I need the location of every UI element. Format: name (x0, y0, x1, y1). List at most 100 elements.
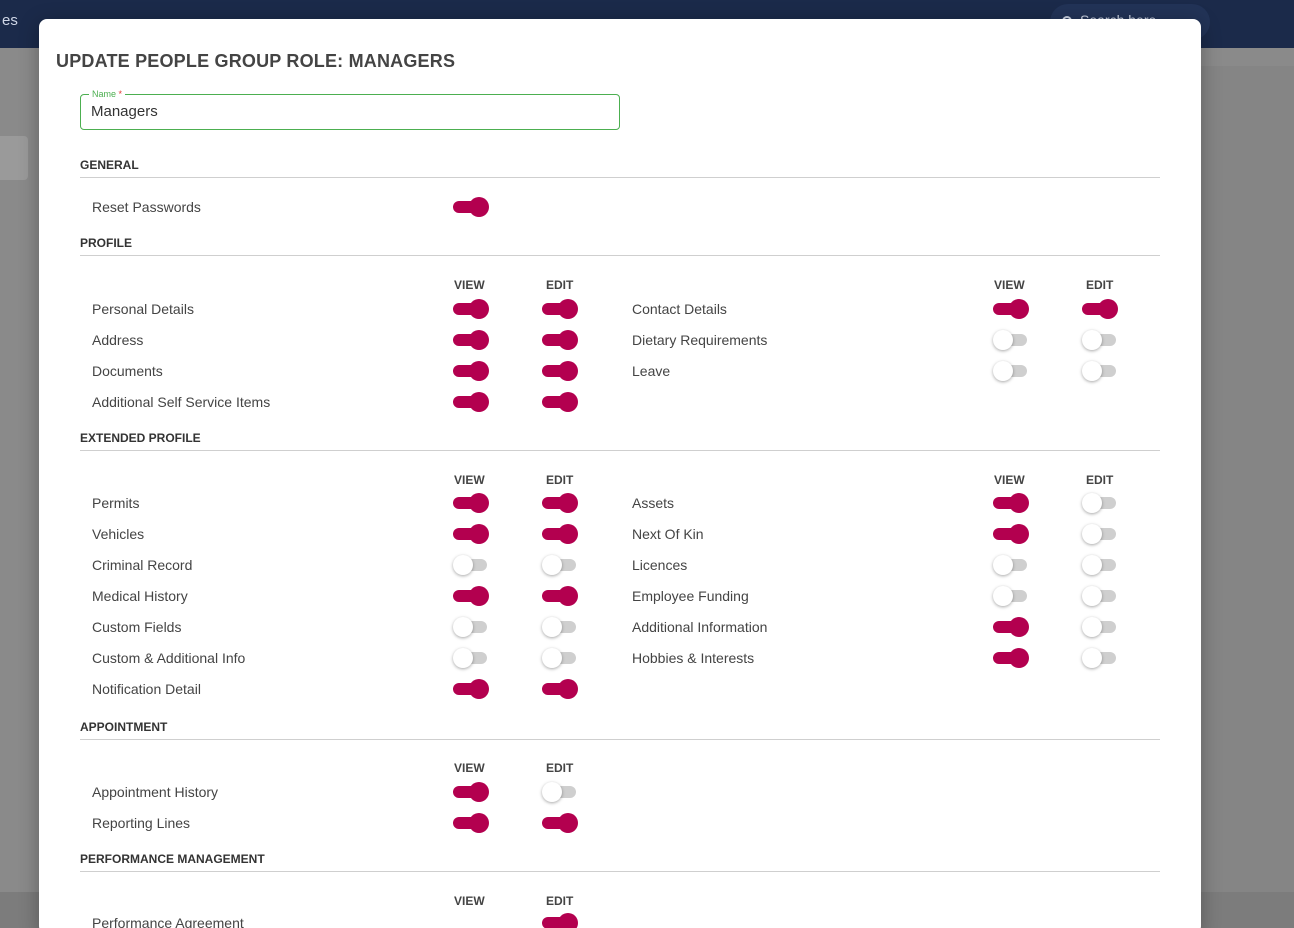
toggle-knob (453, 617, 473, 637)
medical-history-view-toggle[interactable] (453, 586, 489, 606)
permission-label-leave: Leave (632, 363, 671, 379)
documents-edit-toggle[interactable] (542, 361, 578, 381)
leave-edit-toggle[interactable] (1082, 361, 1118, 381)
notification-detail-view-toggle[interactable] (453, 679, 489, 699)
toggle-knob (542, 782, 562, 802)
permission-label-performance-agreement: Performance Agreement (92, 915, 244, 928)
toggle-knob (469, 813, 489, 833)
dietary-requirements-view-toggle[interactable] (993, 330, 1029, 350)
toggle-knob (453, 648, 473, 668)
permission-label-medical-history: Medical History (92, 588, 188, 604)
dietary-requirements-edit-toggle[interactable] (1082, 330, 1118, 350)
column-header-edit: EDIT (546, 278, 574, 292)
licences-view-toggle[interactable] (993, 555, 1029, 575)
permission-label-custom-and-additional-info: Custom & Additional Info (92, 650, 246, 666)
next-of-kin-edit-toggle[interactable] (1082, 524, 1118, 544)
additional-self-service-items-view-toggle[interactable] (453, 392, 489, 412)
column-header-view: VIEW (454, 894, 485, 908)
permission-label-assets: Assets (632, 495, 675, 511)
section-title: APPOINTMENT (80, 720, 168, 734)
permission-label-custom-fields: Custom Fields (92, 619, 182, 635)
permission-label-reset-passwords: Reset Passwords (92, 199, 201, 215)
licences-edit-toggle[interactable] (1082, 555, 1118, 575)
name-input[interactable] (91, 103, 591, 120)
name-label-text: Name (92, 89, 117, 99)
name-field-label: Name * (89, 88, 126, 100)
section-extended-profile: EXTENDED PROFILE (80, 431, 1160, 451)
criminal-record-edit-toggle[interactable] (542, 555, 578, 575)
toggle-knob (1082, 330, 1102, 350)
permission-label-personal-details: Personal Details (92, 301, 194, 317)
contact-details-view-toggle[interactable] (993, 299, 1029, 319)
personal-details-view-toggle[interactable] (453, 299, 489, 319)
additional-information-view-toggle[interactable] (993, 617, 1029, 637)
employee-funding-edit-toggle[interactable] (1082, 586, 1118, 606)
toggle-knob (469, 524, 489, 544)
toggle-knob (1082, 524, 1102, 544)
section-title: EXTENDED PROFILE (80, 431, 201, 445)
reporting-lines-view-toggle[interactable] (453, 813, 489, 833)
column-header-edit: EDIT (546, 761, 574, 775)
employee-funding-view-toggle[interactable] (993, 586, 1029, 606)
section-performance-management: PERFORMANCE MANAGEMENT (80, 852, 1160, 872)
toggle-knob (558, 361, 578, 381)
background-panel (1200, 66, 1294, 892)
permission-label-contact-details: Contact Details (632, 301, 727, 317)
permission-label-hobbies-and-interests: Hobbies & Interests (632, 650, 755, 666)
required-mark: * (118, 89, 123, 99)
appointment-history-view-toggle[interactable] (453, 782, 489, 802)
appointment-history-edit-toggle[interactable] (542, 782, 578, 802)
column-header-edit: EDIT (546, 894, 574, 908)
next-of-kin-view-toggle[interactable] (993, 524, 1029, 544)
permits-view-toggle[interactable] (453, 493, 489, 513)
toggle-knob (453, 555, 473, 575)
reset-passwords-toggle[interactable] (453, 197, 489, 217)
permission-label-dietary-requirements: Dietary Requirements (632, 332, 768, 348)
reporting-lines-edit-toggle[interactable] (542, 813, 578, 833)
toggle-knob (558, 299, 578, 319)
hobbies-and-interests-view-toggle[interactable] (993, 648, 1029, 668)
assets-view-toggle[interactable] (993, 493, 1029, 513)
toggle-knob (993, 361, 1013, 381)
name-field[interactable]: Name * (80, 88, 620, 130)
personal-details-edit-toggle[interactable] (542, 299, 578, 319)
notification-detail-edit-toggle[interactable] (542, 679, 578, 699)
toggle-knob (469, 361, 489, 381)
address-view-toggle[interactable] (453, 330, 489, 350)
custom-fields-edit-toggle[interactable] (542, 617, 578, 637)
contact-details-edit-toggle[interactable] (1082, 299, 1118, 319)
documents-view-toggle[interactable] (453, 361, 489, 381)
custom-and-additional-info-edit-toggle[interactable] (542, 648, 578, 668)
address-edit-toggle[interactable] (542, 330, 578, 350)
toggle-knob (542, 555, 562, 575)
custom-fields-view-toggle[interactable] (453, 617, 489, 637)
toggle-knob (469, 299, 489, 319)
toggle-knob (469, 392, 489, 412)
toggle-knob (558, 679, 578, 699)
custom-and-additional-info-view-toggle[interactable] (453, 648, 489, 668)
permission-label-permits: Permits (92, 495, 140, 511)
topbar-title-fragment: es (2, 12, 18, 29)
column-header-edit: EDIT (1086, 473, 1114, 487)
column-header-view: VIEW (994, 473, 1025, 487)
toggle-knob (1009, 617, 1029, 637)
assets-edit-toggle[interactable] (1082, 493, 1118, 513)
hobbies-and-interests-edit-toggle[interactable] (1082, 648, 1118, 668)
medical-history-edit-toggle[interactable] (542, 586, 578, 606)
leave-view-toggle[interactable] (993, 361, 1029, 381)
permission-label-employee-funding: Employee Funding (632, 588, 749, 604)
toggle-knob (542, 648, 562, 668)
update-role-dialog: UPDATE PEOPLE GROUP ROLE: MANAGERS Name … (39, 19, 1201, 928)
additional-information-edit-toggle[interactable] (1082, 617, 1118, 637)
additional-self-service-items-edit-toggle[interactable] (542, 392, 578, 412)
criminal-record-view-toggle[interactable] (453, 555, 489, 575)
toggle-knob (1098, 299, 1118, 319)
vehicles-edit-toggle[interactable] (542, 524, 578, 544)
permission-label-vehicles: Vehicles (92, 526, 145, 542)
performance-agreement-edit-toggle[interactable] (542, 913, 578, 928)
vehicles-view-toggle[interactable] (453, 524, 489, 544)
toggle-knob (469, 586, 489, 606)
toggle-knob (1082, 617, 1102, 637)
toggle-knob (469, 782, 489, 802)
permits-edit-toggle[interactable] (542, 493, 578, 513)
